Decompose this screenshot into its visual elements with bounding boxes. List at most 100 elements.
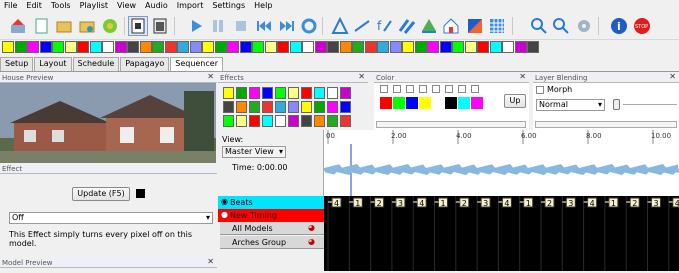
- all-models-row-header[interactable]: All Models ◕: [220, 222, 324, 235]
- color-picker-icon[interactable]: [465, 16, 485, 36]
- color-swatch[interactable]: [432, 97, 444, 109]
- color-swatch[interactable]: [458, 97, 470, 109]
- close-icon[interactable]: ✕: [358, 72, 365, 82]
- zoom-out-icon[interactable]: [551, 16, 571, 36]
- effect-palette-icon[interactable]: [262, 101, 273, 113]
- house-preview-icon[interactable]: [441, 16, 461, 36]
- effect-button-icon[interactable]: [452, 41, 464, 53]
- effect-palette-icon[interactable]: [288, 87, 299, 99]
- arches-group-row-header[interactable]: Arches Group ◕: [220, 236, 324, 249]
- effect-palette-icon[interactable]: [288, 115, 299, 127]
- morph-checkbox[interactable]: [536, 86, 544, 94]
- effect-palette-icon[interactable]: [327, 87, 338, 99]
- color-enable-checkbox[interactable]: [445, 85, 453, 93]
- tab-sequencer[interactable]: Sequencer: [170, 57, 223, 71]
- effect-button-icon[interactable]: [377, 41, 389, 53]
- color-enable-checkbox[interactable]: [380, 85, 388, 93]
- save-sequence-icon[interactable]: [8, 16, 28, 36]
- effect-palette-icon[interactable]: [223, 115, 234, 127]
- color-swatch[interactable]: [380, 97, 392, 109]
- rewind-icon[interactable]: [254, 16, 274, 36]
- effect-button-icon[interactable]: [389, 41, 402, 53]
- settings-gear-icon[interactable]: [574, 16, 594, 36]
- effect-button-icon[interactable]: [202, 41, 214, 53]
- effect-button-icon[interactable]: [252, 41, 264, 53]
- effect-button-icon[interactable]: [102, 41, 114, 53]
- effect-palette-icon[interactable]: [301, 115, 312, 127]
- effect-palette-icon[interactable]: [249, 87, 260, 99]
- wave-tool-icon[interactable]: [419, 16, 439, 36]
- effect-palette-icon[interactable]: [262, 87, 273, 99]
- effect-button-icon[interactable]: [339, 41, 352, 53]
- effect-button-icon[interactable]: [464, 41, 477, 53]
- effect-button-icon[interactable]: [514, 41, 527, 53]
- effect-button-icon[interactable]: [27, 41, 39, 53]
- effects-grid[interactable]: 4 1 2 3 4 1 2 3 4 1 2 3 4 1 2 3 4: [324, 196, 679, 271]
- effect-palette-icon[interactable]: [275, 101, 286, 113]
- effect-palette-icon[interactable]: [223, 87, 234, 99]
- effect-button-icon[interactable]: [264, 41, 277, 53]
- effect-button-icon[interactable]: [364, 41, 377, 53]
- close-icon[interactable]: ✕: [207, 72, 214, 82]
- replay-icon[interactable]: [299, 16, 319, 36]
- menu-playlist[interactable]: Playlist: [80, 1, 108, 10]
- stop-sign-icon[interactable]: STOP: [632, 16, 652, 36]
- effect-palette-icon[interactable]: [236, 87, 247, 99]
- effect-button-icon[interactable]: [89, 41, 102, 53]
- menu-help[interactable]: Help: [254, 1, 272, 10]
- effect-button-icon[interactable]: [189, 41, 202, 53]
- color-swatch[interactable]: [419, 97, 431, 109]
- stripes-tool-icon[interactable]: [397, 16, 417, 36]
- menu-file[interactable]: File: [4, 1, 17, 10]
- menu-edit[interactable]: Edit: [26, 1, 42, 10]
- color-enable-checkbox[interactable]: [432, 85, 440, 93]
- tab-schedule[interactable]: Schedule: [72, 57, 120, 71]
- color-update-button[interactable]: Up: [504, 94, 526, 108]
- new-sequence-icon[interactable]: [31, 16, 51, 36]
- effect-button-icon[interactable]: [127, 41, 139, 53]
- color-swatch[interactable]: [471, 97, 483, 109]
- effect-button-icon[interactable]: [114, 41, 127, 53]
- blend-slider-track[interactable]: [623, 104, 677, 105]
- beats-row-header[interactable]: ◉ Beats: [218, 196, 324, 209]
- tab-papagayo[interactable]: Papagayo: [120, 57, 170, 71]
- effect-button-icon[interactable]: [327, 41, 339, 53]
- effect-color-swatch[interactable]: [136, 189, 145, 198]
- effect-palette-icon[interactable]: [340, 87, 351, 99]
- effect-palette-icon[interactable]: [314, 101, 325, 113]
- update-button[interactable]: Update (F5): [72, 187, 130, 201]
- effect-type-dropdown[interactable]: Off ▾: [9, 212, 213, 224]
- paste-by-time-icon[interactable]: [128, 16, 148, 36]
- menu-audio[interactable]: Audio: [145, 1, 168, 10]
- menu-tools[interactable]: Tools: [51, 1, 71, 10]
- effect-button-icon[interactable]: [14, 41, 27, 53]
- audio-waveform[interactable]: [324, 164, 679, 175]
- effect-button-icon[interactable]: [527, 41, 539, 53]
- effect-palette-icon[interactable]: [340, 115, 351, 127]
- color-enable-checkbox[interactable]: [419, 85, 427, 93]
- close-icon[interactable]: ✕: [519, 72, 526, 82]
- effect-palette-icon[interactable]: [288, 101, 299, 113]
- effect-palette-icon[interactable]: [327, 101, 338, 113]
- close-icon[interactable]: ✕: [207, 257, 214, 267]
- grid-icon[interactable]: [487, 16, 507, 36]
- effect-palette-icon[interactable]: [275, 87, 286, 99]
- grid-svg[interactable]: 4 1 2 3 4 1 2 3 4 1 2 3 4 1 2 3 4: [324, 196, 679, 271]
- effect-button-icon[interactable]: [152, 41, 164, 53]
- fade-tool-icon[interactable]: f: [374, 16, 394, 36]
- effect-button-icon[interactable]: [414, 41, 427, 53]
- effect-button-icon[interactable]: [402, 41, 414, 53]
- effect-palette-icon[interactable]: [314, 87, 325, 99]
- effect-palette-icon[interactable]: [301, 87, 312, 99]
- color-scrollbar[interactable]: [376, 121, 526, 128]
- color-enable-checkbox[interactable]: [406, 85, 414, 93]
- blending-scrollbar[interactable]: [535, 121, 677, 128]
- effect-button-icon[interactable]: [352, 41, 364, 53]
- save-icon[interactable]: [77, 16, 97, 36]
- effect-button-icon[interactable]: [214, 41, 227, 53]
- effect-palette-icon[interactable]: [340, 101, 351, 113]
- blend-mode-dropdown[interactable]: Normal ▾: [536, 99, 605, 111]
- zoom-in-icon[interactable]: [529, 16, 549, 36]
- render-status-icon[interactable]: ◕: [308, 237, 315, 246]
- effect-button-icon[interactable]: [64, 41, 77, 53]
